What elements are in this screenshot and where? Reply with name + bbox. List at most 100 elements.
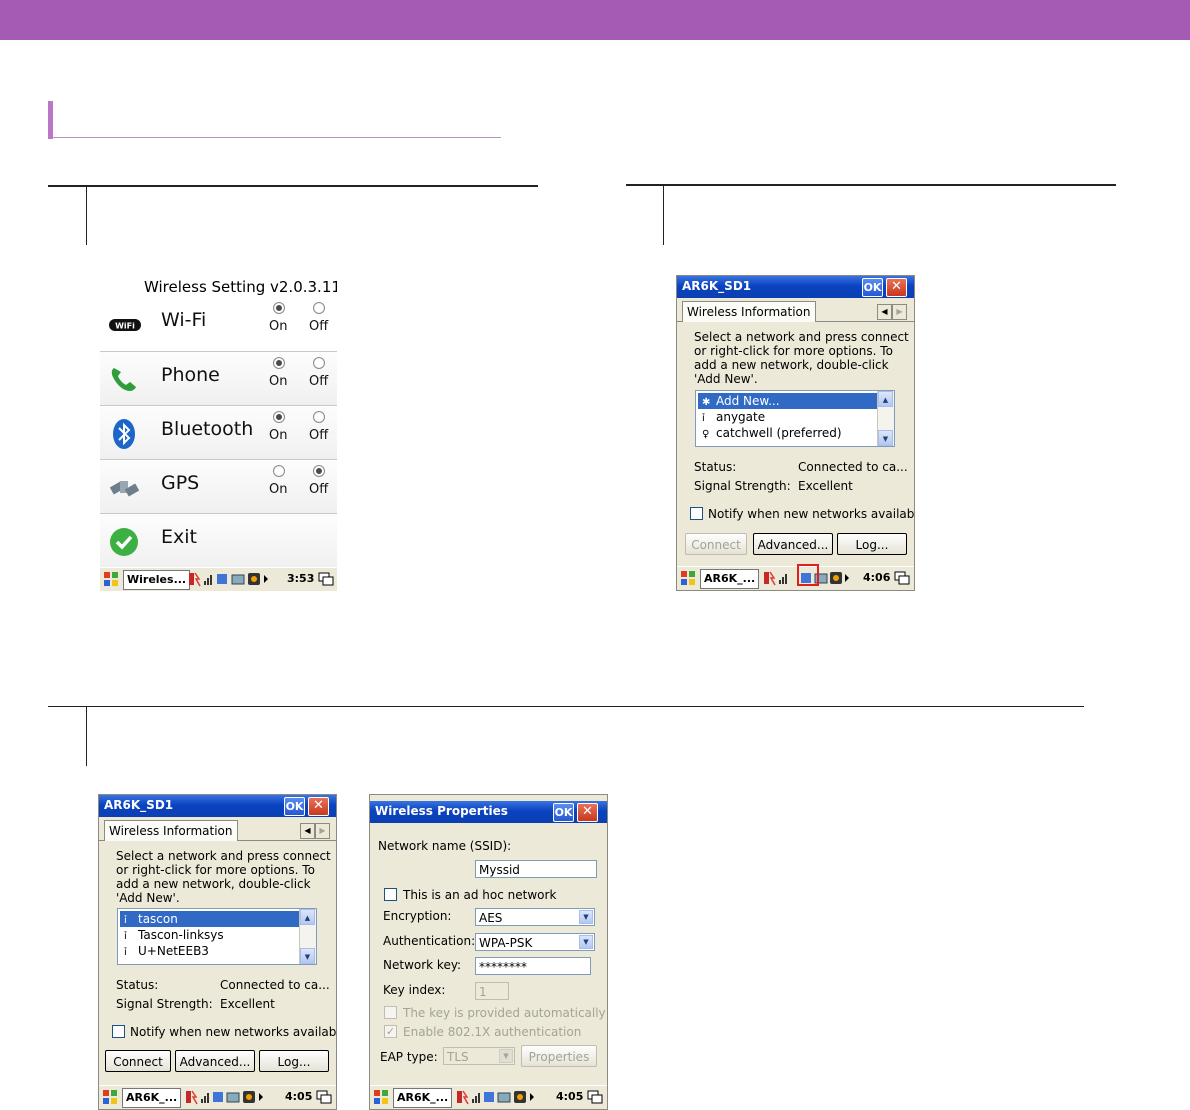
notify-checkbox[interactable] bbox=[690, 507, 703, 520]
list-scrollbar[interactable]: ▲ ▼ bbox=[877, 391, 894, 446]
instruction-line-1: Select a network and press connect bbox=[694, 330, 909, 344]
chevron-down-icon[interactable]: ▼ bbox=[579, 910, 593, 924]
eap-type-select[interactable]: TLS ▼ bbox=[443, 1047, 515, 1065]
connect-button[interactable]: Connect bbox=[685, 533, 747, 555]
network-list[interactable]: ✱ Add New... ỉ anygate ♀ catchwell (preferr… bbox=[695, 390, 895, 447]
instruction-line-1: Select a network and press connect bbox=[116, 849, 331, 863]
ssid-input[interactable]: Myssid bbox=[475, 860, 597, 878]
log-button[interactable]: Log... bbox=[837, 533, 907, 555]
network-key-input[interactable]: ******** bbox=[475, 957, 591, 975]
title-bar: AR6K_SD1 OK ✕ bbox=[677, 276, 914, 298]
start-icon[interactable] bbox=[102, 1089, 118, 1105]
taskbar-clock: 4:05 bbox=[285, 1090, 313, 1103]
gps-on-radio[interactable] bbox=[273, 465, 285, 477]
bluetooth-off-radio[interactable] bbox=[313, 411, 325, 423]
tray-icons[interactable] bbox=[456, 1089, 552, 1105]
advanced-button[interactable]: Advanced... bbox=[175, 1050, 255, 1072]
taskbar-task-button[interactable]: AR6K_... bbox=[122, 1088, 182, 1108]
instruction-line-3: add a new network, double-click bbox=[116, 877, 311, 891]
close-icon[interactable]: ✕ bbox=[308, 797, 329, 816]
adhoc-checkbox[interactable] bbox=[384, 888, 397, 901]
svg-text:WiFi: WiFi bbox=[115, 322, 135, 331]
step-2-divider bbox=[663, 186, 664, 245]
title-bar: AR6K_SD1 OK ✕ bbox=[99, 795, 336, 817]
tab-scroll-left-icon[interactable]: ◀ bbox=[877, 304, 892, 320]
network-label: Add New... bbox=[716, 394, 780, 408]
taskbar-task-button[interactable]: AR6K_... bbox=[393, 1088, 453, 1108]
key-index-label: Key index: bbox=[383, 983, 446, 997]
show-desktop-icon[interactable] bbox=[587, 1089, 603, 1105]
key-index-input[interactable]: 1 bbox=[475, 982, 509, 1000]
wifi-label: Wi-Fi bbox=[161, 309, 207, 331]
tab-scroll-right-icon[interactable]: ▶ bbox=[315, 823, 330, 839]
authentication-select[interactable]: WPA-PSK ▼ bbox=[475, 933, 595, 951]
scroll-up-icon[interactable]: ▲ bbox=[878, 391, 893, 407]
ok-button[interactable]: OK bbox=[553, 803, 574, 822]
chevron-down-icon[interactable]: ▼ bbox=[579, 935, 593, 949]
notify-checkbox[interactable] bbox=[112, 1025, 125, 1038]
tab-wireless-information[interactable]: Wireless Information bbox=[682, 301, 816, 322]
phone-off-label: Off bbox=[309, 374, 329, 389]
bluetooth-on-radio[interactable] bbox=[273, 411, 285, 423]
phone-row: Phone On Off bbox=[100, 351, 337, 405]
bluetooth-row: Bluetooth On Off bbox=[100, 405, 337, 459]
gps-icon bbox=[108, 472, 140, 502]
wireless-setting-screen: Wireless Setting v2.0.3.11 WiFi Wi-Fi On… bbox=[100, 275, 337, 591]
encryption-select[interactable]: AES ▼ bbox=[475, 908, 595, 926]
chevron-down-icon[interactable]: ▼ bbox=[499, 1049, 513, 1063]
tray-icons[interactable] bbox=[185, 1089, 281, 1105]
notify-label: Notify when new networks available bbox=[708, 507, 915, 521]
list-scrollbar[interactable]: ▲ ▼ bbox=[299, 909, 316, 964]
show-desktop-icon[interactable] bbox=[316, 1089, 332, 1105]
close-icon[interactable]: ✕ bbox=[886, 278, 907, 297]
phone-off-radio[interactable] bbox=[313, 357, 325, 369]
tab-scroll-left-icon[interactable]: ◀ bbox=[300, 823, 315, 839]
tab-scroll-right-icon[interactable]: ▶ bbox=[892, 304, 907, 320]
list-item[interactable]: ✱ Add New... bbox=[698, 393, 894, 409]
taskbar-task-button[interactable]: AR6K_... bbox=[700, 569, 760, 589]
start-icon[interactable] bbox=[373, 1089, 389, 1105]
encryption-label: Encryption: bbox=[383, 909, 452, 923]
list-item[interactable]: ỉ Tascon-linksys bbox=[120, 927, 224, 943]
signal-value: Excellent bbox=[798, 479, 853, 493]
scroll-up-icon[interactable]: ▲ bbox=[300, 909, 315, 925]
bluetooth-on-label: On bbox=[269, 428, 288, 443]
ok-button[interactable]: OK bbox=[284, 797, 305, 816]
taskbar-task-button[interactable]: Wireles... bbox=[123, 570, 191, 590]
scroll-down-icon[interactable]: ▼ bbox=[300, 948, 315, 964]
exit-icon bbox=[108, 526, 140, 556]
ok-button[interactable]: OK bbox=[862, 278, 883, 297]
list-item[interactable]: ♀ catchwell (preferred) bbox=[698, 425, 842, 441]
auto-key-checkbox[interactable] bbox=[384, 1006, 397, 1019]
enable-8021x-checkbox[interactable]: ✓ bbox=[384, 1025, 397, 1038]
network-label: U+NetEEB3 bbox=[138, 944, 209, 958]
start-icon[interactable] bbox=[680, 570, 696, 586]
scroll-down-icon[interactable]: ▼ bbox=[878, 430, 893, 446]
log-button[interactable]: Log... bbox=[259, 1050, 329, 1072]
show-desktop-icon[interactable] bbox=[894, 570, 910, 586]
network-list[interactable]: ỉ tascon ỉ Tascon-linksys ỉ U+NetEEB3 ▲ ▼ bbox=[117, 908, 317, 965]
wireless-info-dialog-1: AR6K_SD1 OK ✕ Wireless Information ◀ ▶ S… bbox=[676, 275, 915, 591]
signal-label: Signal Strength: bbox=[694, 479, 791, 493]
list-item[interactable]: ỉ U+NetEEB3 bbox=[120, 943, 209, 959]
start-icon[interactable] bbox=[103, 571, 119, 587]
list-item[interactable]: ỉ tascon bbox=[120, 911, 316, 927]
wifi-off-radio[interactable] bbox=[313, 302, 325, 314]
tab-wireless-information[interactable]: Wireless Information bbox=[104, 820, 238, 841]
exit-row[interactable]: Exit bbox=[100, 513, 337, 567]
connect-button[interactable]: Connect bbox=[105, 1050, 171, 1072]
advanced-button[interactable]: Advanced... bbox=[753, 533, 833, 555]
taskbar: AR6K_... 4:05 bbox=[99, 1085, 336, 1109]
tray-icons[interactable] bbox=[188, 571, 284, 587]
gps-label: GPS bbox=[161, 472, 200, 494]
gps-off-radio[interactable] bbox=[313, 465, 325, 477]
wifi-on-radio[interactable] bbox=[273, 302, 285, 314]
phone-on-radio[interactable] bbox=[273, 357, 285, 369]
network-label: catchwell (preferred) bbox=[716, 426, 842, 440]
show-desktop-icon[interactable] bbox=[318, 571, 334, 587]
list-item[interactable]: ỉ anygate bbox=[698, 409, 765, 425]
bluetooth-icon bbox=[108, 418, 140, 449]
wireless-info-dialog-2: AR6K_SD1 OK ✕ Wireless Information ◀ ▶ S… bbox=[98, 794, 337, 1110]
properties-button[interactable]: Properties bbox=[521, 1045, 597, 1067]
close-icon[interactable]: ✕ bbox=[577, 803, 598, 822]
